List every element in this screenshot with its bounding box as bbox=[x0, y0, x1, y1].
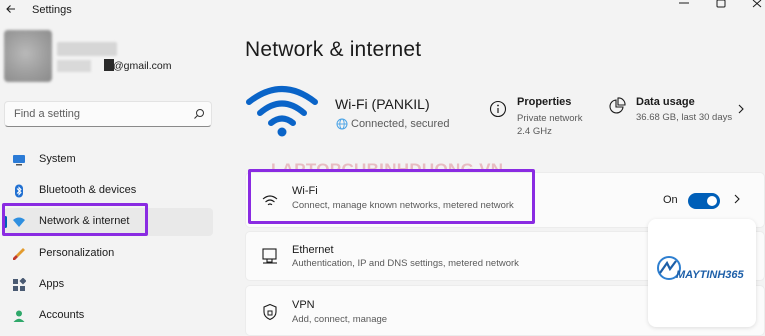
wifi-toggle[interactable] bbox=[688, 193, 720, 209]
search-input[interactable]: Find a setting bbox=[14, 108, 80, 120]
logo-text: MAYTINH365 bbox=[676, 269, 744, 281]
globe-icon bbox=[336, 118, 348, 130]
app-title: Settings bbox=[32, 4, 72, 16]
user-email-redacted bbox=[57, 60, 91, 72]
data-usage-link[interactable]: Data usage bbox=[636, 96, 695, 108]
brand-logo-overlay: MAYTINH365 bbox=[648, 219, 756, 327]
card-subtitle: Add, connect, manage bbox=[292, 314, 388, 325]
sidebar-item-label: Bluetooth & devices bbox=[39, 184, 137, 196]
sidebar-item-label: System bbox=[39, 153, 76, 165]
title-bar: Settings bbox=[0, 0, 765, 22]
highlight-box-wifi bbox=[248, 169, 535, 224]
sidebar-item-label: Accounts bbox=[39, 309, 85, 321]
avatar[interactable] bbox=[4, 30, 52, 82]
brush-icon bbox=[13, 248, 25, 260]
bluetooth-icon bbox=[15, 184, 23, 198]
search-icon bbox=[194, 109, 204, 119]
properties-band: 2.4 GHz bbox=[517, 126, 552, 137]
highlight-box-sidebar bbox=[2, 203, 148, 236]
properties-network-type: Private network bbox=[517, 113, 583, 124]
sidebar-item-bluetooth[interactable]: Bluetooth & devices bbox=[4, 177, 213, 205]
sidebar-item-personalization[interactable]: Personalization bbox=[4, 240, 213, 268]
properties-details: Private network 2.4 GHz bbox=[517, 112, 597, 138]
toggle-knob bbox=[707, 196, 717, 206]
toggle-state-label: On bbox=[663, 194, 678, 206]
apps-icon bbox=[13, 278, 26, 291]
wifi-large-icon bbox=[246, 86, 318, 137]
data-usage-detail: 36.68 GB, last 30 days bbox=[636, 112, 733, 123]
back-arrow-icon[interactable] bbox=[4, 2, 18, 16]
card-subtitle: Authentication, IP and DNS settings, met… bbox=[292, 258, 519, 269]
close-icon[interactable] bbox=[749, 0, 765, 14]
network-status: Connected, secured bbox=[351, 118, 450, 130]
shield-icon bbox=[263, 303, 277, 321]
sidebar-item-system[interactable]: System bbox=[4, 146, 213, 174]
sidebar-item-accounts[interactable]: Accounts bbox=[4, 302, 213, 330]
sidebar-item-label: Personalization bbox=[39, 247, 115, 259]
minimize-icon[interactable] bbox=[676, 0, 692, 14]
properties-link[interactable]: Properties bbox=[517, 96, 571, 108]
sidebar-item-apps[interactable]: Apps bbox=[4, 271, 213, 299]
maximize-icon[interactable] bbox=[713, 0, 729, 14]
person-icon bbox=[13, 310, 25, 322]
page-title: Network & internet bbox=[245, 38, 422, 61]
monitor-icon bbox=[13, 155, 25, 166]
info-icon[interactable] bbox=[489, 100, 507, 118]
card-title: Ethernet bbox=[292, 244, 334, 256]
ethernet-icon bbox=[262, 248, 277, 264]
chevron-right-icon[interactable] bbox=[732, 194, 742, 204]
user-email: @gmail.com bbox=[113, 60, 172, 72]
search-box[interactable]: Find a setting bbox=[4, 101, 212, 127]
chevron-right-icon[interactable] bbox=[736, 104, 746, 114]
network-name: Wi-Fi (PANKIL) bbox=[335, 96, 430, 112]
sidebar-item-label: Apps bbox=[39, 278, 65, 290]
pie-chart-icon[interactable] bbox=[608, 97, 626, 115]
user-name-redacted bbox=[57, 42, 117, 56]
card-title: VPN bbox=[292, 299, 315, 311]
